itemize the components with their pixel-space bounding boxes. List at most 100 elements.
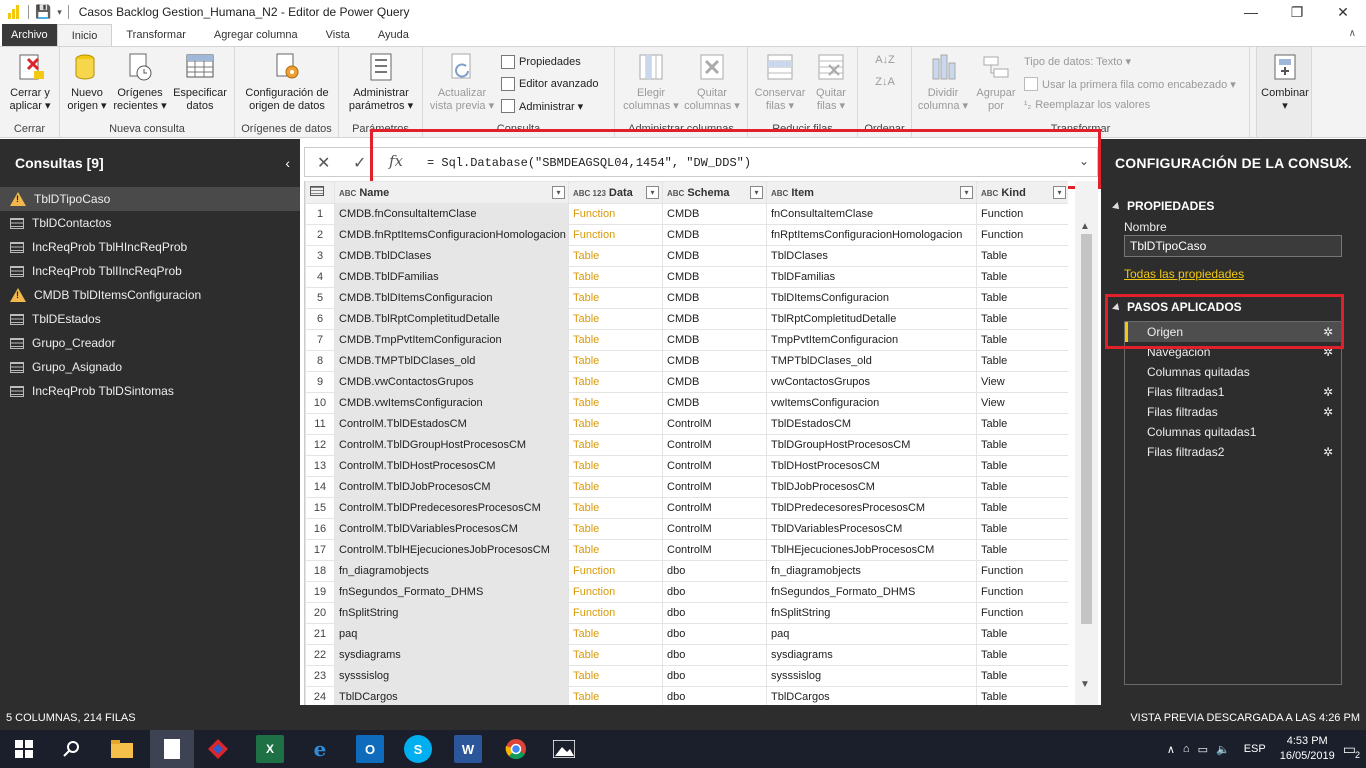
table-cell[interactable]: Table xyxy=(568,623,663,645)
manage-button[interactable]: Administrar ▾ xyxy=(501,99,583,113)
choose-columns-button[interactable]: Elegir columnas ▾ xyxy=(621,51,681,113)
table-row[interactable]: 18 fn_diagramobjects Function dbo fn_diagram… xyxy=(305,560,1068,582)
recent-sources-button[interactable]: Orígenes recientes ▾ xyxy=(112,51,168,113)
table-row[interactable]: 13 ControlM.TblDHostProcesosCM Table Contro… xyxy=(305,455,1068,477)
query-item[interactable]: IncReqProb TblIIncReqProb xyxy=(0,259,300,283)
table-cell[interactable]: Table xyxy=(568,308,663,330)
collapse-pane-icon[interactable]: ‹ xyxy=(285,155,290,171)
table-cell[interactable]: Table xyxy=(568,329,663,351)
data-source-settings-button[interactable]: Configuración de origen de datos xyxy=(239,51,335,113)
table-row[interactable]: 23 sysssislog Table dbo sysssislog Table xyxy=(305,665,1068,687)
table-row[interactable]: 5 CMDB.TblDItemsConfiguracion Table CMDB Tbl… xyxy=(305,287,1068,309)
query-item[interactable]: Grupo_Creador xyxy=(0,331,300,355)
split-column-button[interactable]: Dividir columna ▾ xyxy=(916,51,970,113)
table-row[interactable]: 9 CMDB.vwContactosGrupos Table CMDB vwContac… xyxy=(305,371,1068,393)
step-settings-gear-icon[interactable]: ✲ xyxy=(1323,445,1333,459)
sort-ascending-button[interactable]: A↓Z xyxy=(870,53,900,68)
close-apply-button[interactable]: Cerrar y aplicar ▾ xyxy=(6,51,54,113)
tab-inicio[interactable]: Inicio xyxy=(56,24,113,46)
app-red-icon[interactable] xyxy=(204,735,232,763)
query-item[interactable]: TblDContactos xyxy=(0,211,300,235)
word-icon[interactable]: W xyxy=(454,735,482,763)
notifications-icon[interactable]: ▭ 2 xyxy=(1343,741,1360,760)
column-header[interactable]: ABC Name ▾ xyxy=(334,181,569,204)
column-type-icon[interactable]: ABC xyxy=(771,189,788,198)
scroll-down-icon[interactable]: ▼ xyxy=(1080,679,1090,690)
table-cell[interactable]: Table xyxy=(568,686,663,705)
table-row[interactable]: 11 ControlM.TblDEstadosCM Table ControlM Tbl… xyxy=(305,413,1068,435)
show-hidden-icons[interactable]: ∧ xyxy=(1167,743,1175,756)
properties-button[interactable]: Propiedades xyxy=(501,55,581,69)
column-type-icon[interactable]: ABC xyxy=(981,189,998,198)
excel-icon[interactable]: X xyxy=(256,735,284,763)
column-type-icon[interactable]: ABC xyxy=(339,189,356,198)
column-filter-icon[interactable]: ▾ xyxy=(646,186,659,199)
language-indicator[interactable]: ESP xyxy=(1244,743,1266,755)
tab-ayuda[interactable]: Ayuda xyxy=(364,24,423,46)
data-type-dropdown[interactable]: Tipo de datos: Texto ▾ xyxy=(1024,55,1131,68)
refresh-preview-button[interactable]: Actualizar vista previa ▾ xyxy=(427,51,497,113)
remove-rows-button[interactable]: Quitar filas ▾ xyxy=(808,51,854,113)
scroll-up-icon[interactable]: ▲ xyxy=(1080,221,1090,232)
internet-explorer-icon[interactable]: e xyxy=(306,735,334,763)
query-item[interactable]: IncReqProb TblHIncReqProb xyxy=(0,235,300,259)
table-row[interactable]: 20 fnSplitString Function dbo fnSplitString F… xyxy=(305,602,1068,624)
table-row[interactable]: 15 ControlM.TblDPredecesoresProcesosCM Tab… xyxy=(305,497,1068,519)
column-header[interactable]: ABC Kind ▾ xyxy=(976,181,1068,204)
table-cell[interactable]: Function xyxy=(568,602,663,624)
search-icon[interactable] xyxy=(58,735,86,763)
scrollbar-thumb[interactable] xyxy=(1081,234,1092,624)
table-row[interactable]: 14 ControlM.TblDJobProcesosCM Table Control… xyxy=(305,476,1068,498)
column-filter-icon[interactable]: ▾ xyxy=(750,186,763,199)
table-cell[interactable]: Table xyxy=(568,539,663,561)
table-cell[interactable]: Function xyxy=(568,560,663,582)
table-cell[interactable]: Table xyxy=(568,350,663,372)
volume-icon[interactable]: 🔈 xyxy=(1216,743,1230,756)
tab-transformar[interactable]: Transformar xyxy=(112,24,200,46)
query-item[interactable]: CMDB TblDItemsConfiguracion xyxy=(0,283,300,307)
tab-archivo[interactable]: Archivo xyxy=(2,24,57,46)
cancel-formula-icon[interactable]: ✕ xyxy=(317,153,330,173)
file-explorer-icon[interactable] xyxy=(108,735,136,763)
query-item[interactable]: IncReqProb TblDSintomas xyxy=(0,379,300,403)
table-cell[interactable]: Table xyxy=(568,665,663,687)
table-row[interactable]: 10 CMDB.vwItemsConfiguracion Table CMDB vwIt… xyxy=(305,392,1068,414)
use-first-row-button[interactable]: Usar la primera fila como encabezado ▾ xyxy=(1024,77,1236,91)
table-cell[interactable]: Table xyxy=(568,497,663,519)
table-row[interactable]: 21 paq Table dbo paq Table xyxy=(305,623,1068,645)
column-type-icon[interactable]: ABC 123 xyxy=(573,189,606,198)
table-cell[interactable]: Table xyxy=(568,476,663,498)
column-header[interactable]: ABC Schema ▾ xyxy=(662,181,767,204)
table-row[interactable]: 7 CMDB.TmpPvtItemConfiguracion Table CMDB Tm… xyxy=(305,329,1068,351)
group-by-button[interactable]: Agrupar por xyxy=(970,51,1022,113)
table-cell[interactable]: Function xyxy=(568,203,663,225)
table-row[interactable]: 17 ControlM.TblHEjecucionesJobProcesosCM T… xyxy=(305,539,1068,561)
table-row[interactable]: 3 CMDB.TblDClases Table CMDB TblDClases Table xyxy=(305,245,1068,267)
column-filter-icon[interactable]: ▾ xyxy=(960,186,973,199)
vertical-scrollbar[interactable]: ▲ ▼ xyxy=(1075,181,1098,705)
ribbon-collapse-icon[interactable]: ∧ xyxy=(1349,28,1356,39)
replace-values-button[interactable]: ¹₂ Reemplazar los valores xyxy=(1024,99,1150,111)
table-row[interactable]: 6 CMDB.TblRptCompletitudDetalle Table CMDB T… xyxy=(305,308,1068,330)
table-cell[interactable]: Table xyxy=(568,413,663,435)
query-name-input[interactable]: TblDTipoCaso xyxy=(1124,235,1342,257)
save-icon[interactable]: 💾 xyxy=(35,4,51,20)
sort-descending-button[interactable]: Z↓A xyxy=(870,75,900,90)
properties-section[interactable]: PROPIEDADES xyxy=(1112,199,1214,213)
column-header[interactable]: ABC 123 Data ▾ xyxy=(568,181,663,204)
table-cell[interactable]: Table xyxy=(568,644,663,666)
table-row[interactable]: 4 CMDB.TblDFamilias Table CMDB TblDFamilias T… xyxy=(305,266,1068,288)
table-cell[interactable]: Table xyxy=(568,392,663,414)
table-cell[interactable]: Table xyxy=(568,455,663,477)
close-window-button[interactable]: ✕ xyxy=(1320,0,1366,24)
manage-parameters-button[interactable]: Administrar parámetros ▾ xyxy=(343,51,419,113)
table-row[interactable]: 2 CMDB.fnRptItemsConfiguracionHomologacio… xyxy=(305,224,1068,246)
outlook-icon[interactable]: O xyxy=(356,735,384,763)
step-settings-gear-icon[interactable]: ✲ xyxy=(1323,385,1333,399)
table-row[interactable]: 22 sysdiagrams Table dbo sysdiagrams Table xyxy=(305,644,1068,666)
query-item[interactable]: TblDTipoCaso xyxy=(0,187,300,211)
table-cell[interactable]: Table xyxy=(568,287,663,309)
clock[interactable]: 4:53 PM 16/05/2019 xyxy=(1280,734,1335,764)
maximize-button[interactable]: ❐ xyxy=(1274,0,1320,24)
table-cell[interactable]: Table xyxy=(568,266,663,288)
